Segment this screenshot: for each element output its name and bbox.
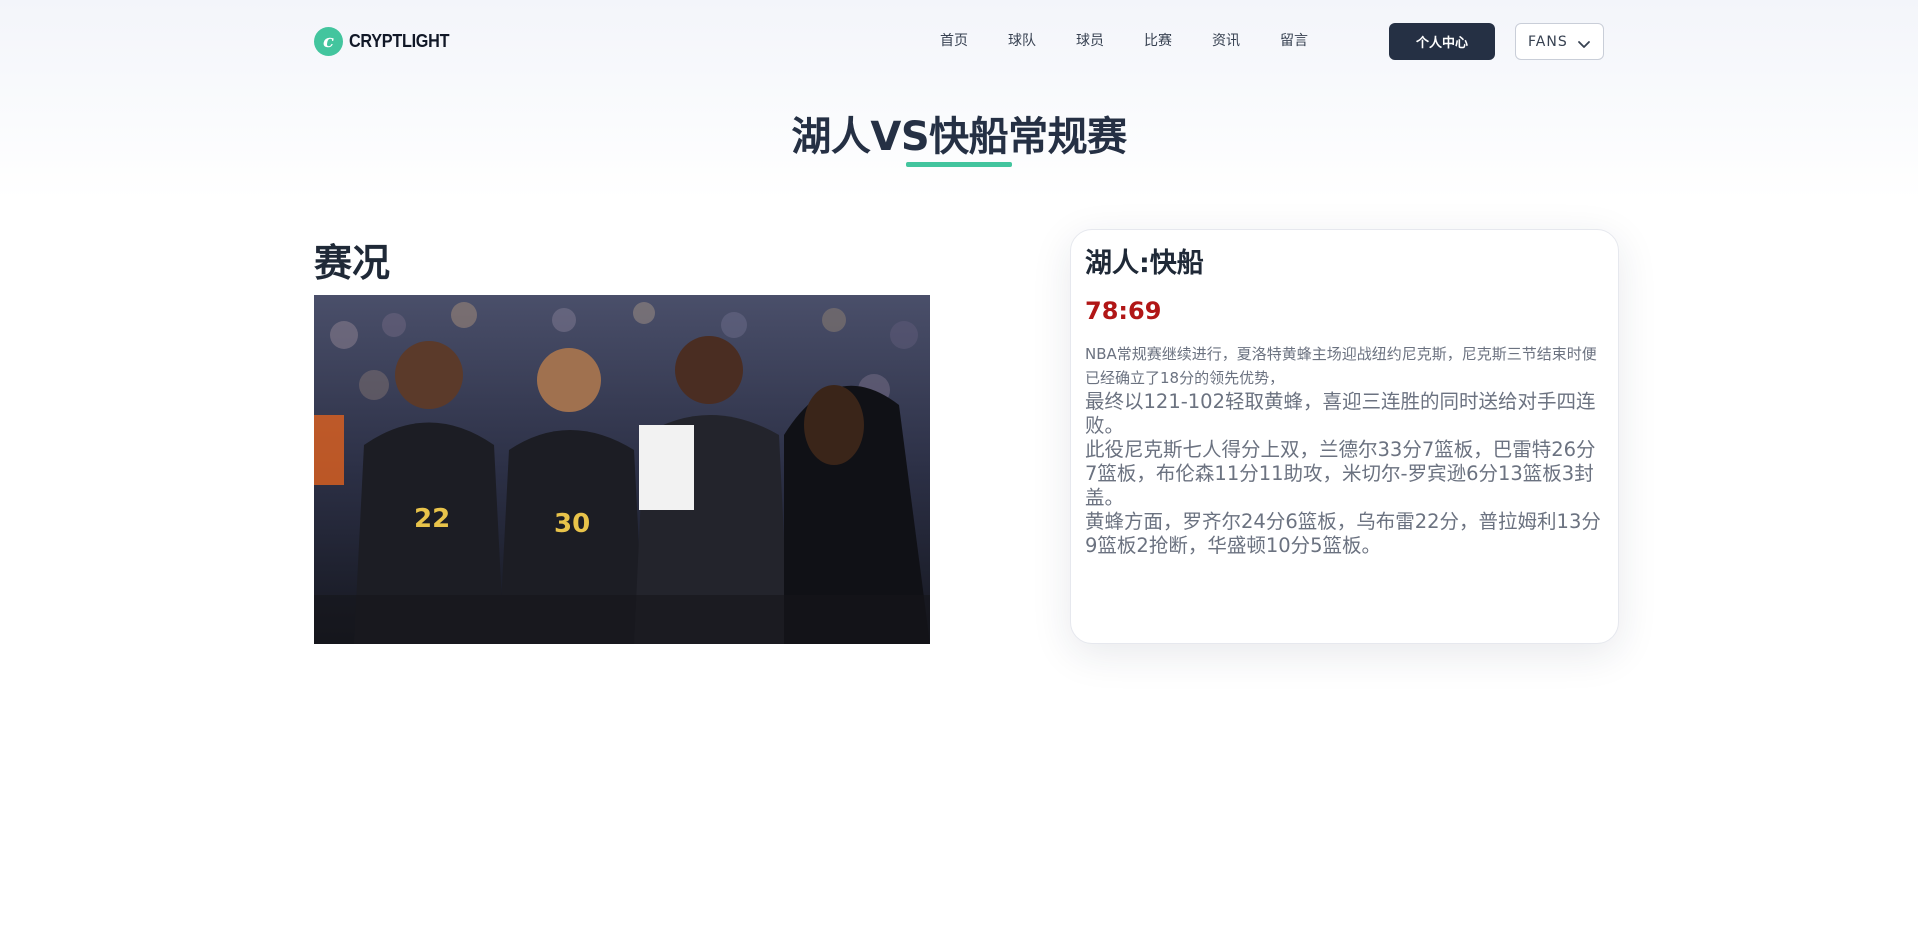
summary-paragraph: 黄蜂方面，罗齐尔24分6篮板，乌布雷22分，普拉姆利13分9篮板2抢断，华盛顿1… [1085,510,1601,557]
nav-item-games[interactable]: 比赛 [1144,31,1172,51]
summary-body: 最终以121-102轻取黄蜂，喜迎三连胜的同时送给对手四连败。 此役尼克斯七人得… [1085,390,1604,558]
players-bench-image: 22 30 [314,295,930,644]
score: 78:69 [1085,297,1162,325]
logo-glyph: c [323,30,334,52]
nav-item-home[interactable]: 首页 [940,31,968,51]
nav-item-messages[interactable]: 留言 [1280,31,1308,51]
summary-intro: NBA常规赛继续进行，夏洛特黄蜂主场迎战纽约尼克斯，尼克斯三节结束时便已经确立了… [1085,345,1597,387]
summary-paragraph: 此役尼克斯七人得分上双，兰德尔33分7篮板，巴雷特26分7篮板，布伦森11分11… [1085,438,1596,509]
chevron-down-icon [1577,36,1591,55]
score-card: 湖人:快船 78:69 NBA常规赛继续进行，夏洛特黄蜂主场迎战纽约尼克斯，尼克… [1070,229,1619,644]
site-header: c CRYPTLIGHT 首页 球队 球员 比赛 资讯 留言 个人中心 FANS [0,0,1918,84]
brand-logo[interactable]: c CRYPTLIGHT [314,27,460,56]
nav-item-news[interactable]: 资讯 [1212,31,1240,51]
fans-dropdown-value: FANS [1528,33,1568,50]
personal-center-button[interactable]: 个人中心 [1389,23,1495,60]
section-heading: 赛况 [314,241,391,285]
title-underline [906,162,1012,167]
nav-item-teams[interactable]: 球队 [1008,31,1036,51]
main-nav: 首页 球队 球员 比赛 资讯 留言 [940,31,1348,51]
svg-text:22: 22 [414,504,450,534]
page-title: 湖人VS快船常规赛 [791,114,1127,160]
logo-icon: c [314,27,343,56]
brand-name: CRYPTLIGHT [349,31,450,51]
svg-text:30: 30 [554,509,590,539]
fans-dropdown[interactable]: FANS [1515,23,1604,60]
matchup-title: 湖人:快船 [1085,248,1204,279]
nav-item-players[interactable]: 球员 [1076,31,1104,51]
game-photo: 22 30 [314,295,930,644]
summary-paragraph: 最终以121-102轻取黄蜂，喜迎三连胜的同时送给对手四连败。 [1085,390,1596,437]
